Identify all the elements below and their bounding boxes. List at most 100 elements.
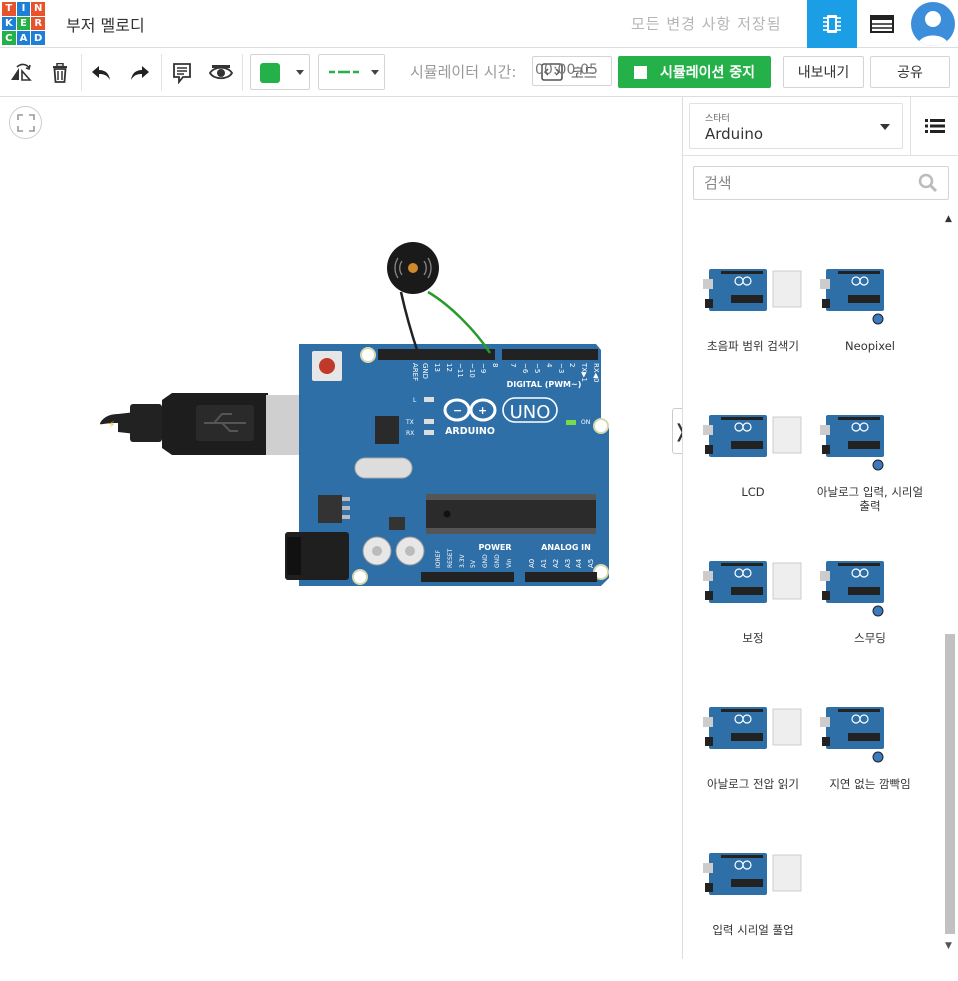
pin-label: 12 [445,363,453,372]
pin-label: RX◀0 [592,363,600,383]
analog-pins-label: ANALOG IN [541,543,591,552]
pin-label: 8 [491,363,499,367]
delete-button[interactable] [47,60,73,86]
component-name: Neopixel [845,339,895,353]
svg-text:−: − [453,404,462,417]
pin-label: A5 [587,559,595,568]
pin-label: ~10 [468,363,476,378]
wire-color-swatch [260,63,280,83]
component-search-input[interactable] [693,166,949,200]
scroll-down-icon[interactable]: ▼ [945,941,952,951]
components-panel: 스타터 Arduino 검색 초음파 범위 검색기 Neopixel LCD 아… [682,97,958,959]
category-label: 스타터 [705,114,730,124]
component-category-dropdown[interactable]: 스타터 Arduino [689,103,903,149]
redo-button[interactable] [127,60,153,86]
pin-label: RESET [447,548,454,568]
component-name: 아날로그 전압 읽기 [707,777,799,791]
circuit-view-button[interactable] [807,0,857,48]
export-button[interactable]: 내보내기 [783,56,864,88]
pin-label: ~9 [479,363,487,373]
component-name: 보정 [742,631,764,645]
user-avatar[interactable] [908,0,958,48]
stop-icon [633,65,647,79]
component-card[interactable]: 입력 시리얼 풀업 [693,841,813,981]
stop-simulation-label: 시뮬레이션 중지 [659,65,756,81]
component-card[interactable]: 지연 없는 깜빡임 [810,695,930,835]
search-icon [918,173,938,193]
rotate-button[interactable] [8,60,34,86]
wire-gnd[interactable] [399,291,420,354]
component-name: LCD [741,485,765,499]
list-view-icon [925,119,945,133]
pin-label: GND [482,554,489,568]
visibility-button[interactable] [208,60,234,86]
pin-label: 3.3V [459,553,466,568]
notes-icon [173,63,191,84]
circuit-view-icon [823,15,841,33]
pin-label: GND [494,554,501,568]
pin-label: A1 [540,559,548,568]
component-card[interactable]: 아날로그 전압 읽기 [693,695,813,835]
scroll-up-icon[interactable]: ▲ [945,214,952,224]
pin-label: ~3 [557,363,565,373]
component-card[interactable]: 초음파 범위 검색기 [693,257,813,397]
component-name: 스무딩 [854,631,886,645]
wire-color-dropdown[interactable] [250,54,310,90]
logo-letter: N [31,2,45,16]
top-bar: TIN KER CAD 부저 멜로디 모든 변경 사항 저장됨 [0,0,958,48]
component-thumbnail [820,707,884,763]
pin-label: ~5 [533,363,541,373]
notes-button[interactable] [169,60,195,86]
rotate-icon [11,63,32,81]
wire-type-dropdown[interactable] [318,54,385,90]
category-value: Arduino [705,125,764,143]
component-name: 입력 시리얼 풀업 [712,923,794,937]
panel-scrollbar[interactable]: ▲ ▼ [944,214,956,959]
logo-letter: T [2,2,16,16]
component-name: 지연 없는 깜빡임 [829,777,911,791]
logo-letter: C [2,31,16,45]
component-card[interactable]: LCD [693,403,813,543]
logo-letter: K [2,16,16,31]
component-card[interactable]: 스무딩 [810,549,930,689]
board-brand-label: ARDUINO [445,426,495,437]
undo-button[interactable] [88,60,114,86]
component-name: 초음파 범위 검색기 [707,339,799,353]
component-card[interactable]: Neopixel [810,257,930,397]
digital-pins-label: DIGITAL (PWM~) [507,380,582,389]
list-view-button[interactable] [910,97,958,155]
pin-label: 7 [509,363,517,367]
scroll-thumb[interactable] [945,634,955,934]
simulator-time-value: 00:00:05 [535,62,598,78]
component-list-button[interactable] [857,0,907,48]
wire-pin8[interactable] [427,290,492,354]
pin-label: A0 [528,559,536,568]
piezo-buzzer[interactable] [387,242,439,294]
document-title[interactable]: 부저 멜로디 [66,12,145,36]
pin-label: IOREF [435,550,442,568]
chevron-down-icon [880,124,890,130]
component-thumbnail [820,561,884,617]
svg-text:⚡: ⚡ [108,420,115,431]
save-status: 모든 변경 사항 저장됨 [631,15,782,33]
component-thumbnail [820,269,884,325]
logo-letter: E [16,16,31,31]
component-name: 아날로그 입력, 시리얼 출력 [816,485,924,513]
component-thumbnail [703,561,802,603]
power-pins-label: POWER [478,543,511,552]
workplane-canvas[interactable]: ⚡ − + UNO ARDUINO DIGITAL (PWM~) POWER A… [0,97,682,959]
pin-label: A4 [575,558,583,568]
redo-icon [131,66,149,80]
arduino-uno-board[interactable]: − + UNO ARDUINO DIGITAL (PWM~) POWER ANA… [285,344,609,586]
component-card[interactable]: 아날로그 입력, 시리얼 출력 [810,403,930,543]
logo-letter: D [31,31,45,45]
share-button[interactable]: 공유 [870,56,950,88]
delete-icon [53,63,67,83]
tinkercad-logo[interactable]: TIN KER CAD [2,2,45,45]
component-card[interactable]: 보정 [693,549,813,689]
logo-letter: A [16,31,31,45]
power-on-label: ON [581,419,590,426]
stop-simulation-button[interactable]: 시뮬레이션 중지 [618,56,771,88]
chevron-down-icon [371,70,379,75]
component-thumbnail [703,853,802,895]
